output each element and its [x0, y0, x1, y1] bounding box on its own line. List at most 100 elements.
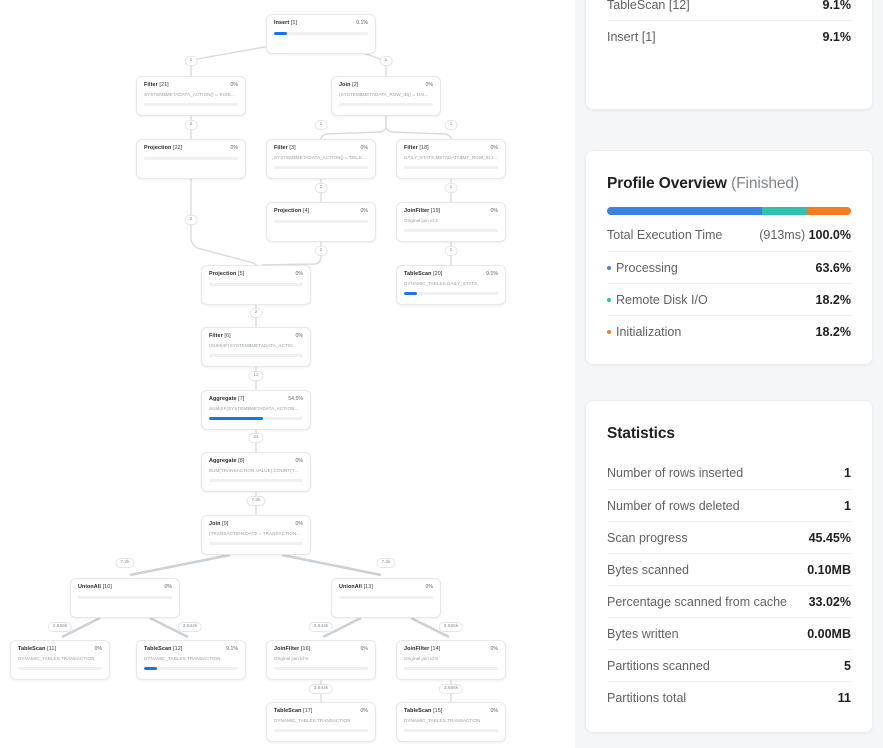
node-percentage: 9.1%	[356, 20, 368, 26]
node-title: TableScan [17]	[274, 708, 313, 714]
node-title: Join [2]	[339, 82, 359, 88]
statistic-label: Bytes written	[607, 626, 679, 641]
node-subtitle: (SUM(IIF(SYSTEM$METADATA_ACTIO...	[209, 343, 297, 349]
node-progress-bar	[209, 354, 303, 358]
statistic-row: Number of rows deleted 1	[607, 489, 851, 521]
node-progress-fill	[209, 417, 263, 421]
edge-row-count-label: 1	[444, 246, 458, 256]
plan-node-filter-6[interactable]: Filter [6] 0% (SUM(IIF(SYSTEM$METADATA_ACT…	[201, 327, 311, 367]
statistic-value: 5	[844, 658, 851, 673]
plan-node-unionall-10[interactable]: UnionAll [10] 0%	[70, 578, 180, 618]
plan-node-tablescan-15[interactable]: TableScan [15] 0% DYNAMIC_TABLES.TRANSACTI…	[396, 702, 506, 742]
total-execution-time-value: (913ms) 100.0%	[759, 228, 851, 242]
node-progress-bar	[274, 729, 368, 733]
node-header: TableScan [20] 9.1%	[404, 271, 498, 277]
node-title: TableScan [11]	[18, 646, 57, 652]
plan-node-join-9[interactable]: Join [9] 0% (TRANSACTION.DATE = TRANSACTIO…	[201, 515, 311, 555]
node-header: Aggregate [7] 54.5%	[209, 396, 303, 402]
graph-canvas[interactable]: Insert [1] 9.1% Filter [21] 0% SYSTEM$METADA…	[0, 0, 575, 748]
profile-legend-dot	[607, 265, 611, 270]
plan-node-tablescan-12[interactable]: TableScan [12] 9.1% DYNAMIC_TABLES.TRANSAC…	[136, 640, 246, 680]
node-percentage: 0%	[360, 646, 369, 652]
plan-node-joinfilter-19[interactable]: JoinFilter [19] 0% Original join id:2	[396, 202, 506, 242]
node-subtitle: DYNAMIC_TABLES.TRANSACTION	[274, 718, 351, 724]
node-header: Filter [6] 0%	[209, 333, 303, 339]
plan-node-filter-18[interactable]: Filter [18] 0% DAILY_STATS.METADATA$MT_ROW…	[396, 139, 506, 179]
query-profile-page: Insert [1] 9.1% Filter [21] 0% SYSTEM$METADA…	[0, 0, 883, 748]
node-title: JoinFilter [19]	[404, 208, 441, 214]
node-progress-bar	[274, 667, 368, 671]
node-progress-fill	[274, 32, 288, 36]
node-subtitle: Original join id:9	[404, 656, 438, 662]
node-percentage: 0%	[490, 708, 499, 714]
statistic-label: Scan progress	[607, 530, 688, 545]
plan-node-projection-4[interactable]: Projection [4] 0%	[266, 202, 376, 242]
profile-row-value: 18.2%	[815, 324, 851, 339]
node-percentage: 0%	[360, 708, 369, 714]
node-header: Aggregate [8] 0%	[209, 458, 303, 464]
operator-row[interactable]: Insert [1] 9.1%	[607, 20, 851, 52]
node-percentage: 0%	[490, 208, 499, 214]
plan-node-aggregate-7[interactable]: Aggregate [7] 54.5% SUM(IIF(SYSTEM$METADAT…	[201, 390, 311, 430]
node-title: Projection [4]	[274, 208, 310, 214]
statistic-label: Percentage scanned from cache	[607, 594, 787, 609]
edge-row-count-label: 1	[379, 56, 393, 66]
details-sidebar: TableScan [20]9.1%TableScan [12]9.1%Inse…	[575, 0, 883, 748]
total-execution-time-label: Total Execution Time	[607, 228, 723, 242]
statistic-label: Number of rows deleted	[607, 498, 740, 513]
plan-node-joinfilter-16[interactable]: JoinFilter [16] 0% Original join id:9	[266, 640, 376, 680]
plan-node-joinfilter-14[interactable]: JoinFilter [14] 0% Original join id:9	[396, 640, 506, 680]
statistic-value: 45.45%	[808, 530, 851, 545]
node-subtitle: DYNAMIC_TABLES.TRANSACTION	[144, 656, 221, 662]
plan-node-tablescan-11[interactable]: TableScan [11] 0% DYNAMIC_TABLES.TRANSACTI…	[10, 640, 110, 680]
plan-node-join-2[interactable]: Join [2] 0% (SYSTEM$METADATA_ROW_ID() = DA…	[331, 76, 441, 116]
plan-node-filter-3[interactable]: Filter [3] 0% SYSTEM$METADATA_ACTION() = '…	[266, 139, 376, 179]
node-title: Filter [21]	[144, 82, 169, 88]
node-header: Projection [4] 0%	[274, 208, 369, 214]
node-header: Projection [5] 0%	[209, 271, 303, 277]
node-subtitle: DAILY_STATS.METADATA$MT_ROW_ID I...	[404, 155, 498, 161]
node-progress-bar	[339, 103, 433, 107]
edge-row-count-label: 7.2k	[246, 496, 266, 506]
node-percentage: 0%	[425, 584, 434, 590]
statistic-label: Partitions total	[607, 690, 687, 705]
node-percentage: 0%	[360, 208, 369, 214]
profile-row-value: 63.6%	[815, 260, 851, 275]
node-subtitle: (SYSTEM$METADATA_ROW_ID() = DAI...	[339, 92, 429, 98]
profile-legend-dot	[607, 329, 611, 334]
node-progress-bar	[274, 166, 368, 170]
plan-node-tablescan-17[interactable]: TableScan [17] 0% DYNAMIC_TABLES.TRANSACTI…	[266, 702, 376, 742]
plan-node-insert-1[interactable]: Insert [1] 9.1%	[266, 14, 376, 54]
plan-node-projection-5[interactable]: Projection [5] 0%	[201, 265, 311, 305]
edge-row-count-label: 3.644k	[308, 684, 334, 694]
node-title: Projection [22]	[144, 145, 183, 151]
edge-row-count-label: 3.656k	[47, 622, 73, 632]
node-title: Join [9]	[209, 521, 229, 527]
plan-node-unionall-13[interactable]: UnionAll [13] 0%	[331, 578, 441, 618]
plan-node-aggregate-8[interactable]: Aggregate [8] 0% SUM(TRANSACTION.VALUE),CO…	[201, 452, 311, 492]
node-progress-bar	[404, 229, 498, 233]
statistic-row: Bytes written 0.00MB	[607, 617, 851, 649]
node-title: JoinFilter [16]	[274, 646, 311, 652]
statistic-row: Number of rows inserted 1	[607, 457, 851, 489]
plan-node-filter-21[interactable]: Filter [21] 0% SYSTEM$METADATA_ACTION() = …	[136, 76, 246, 116]
edge-row-count-label: 3.656k	[438, 684, 464, 694]
total-execution-time-pct: 100.0%	[808, 228, 851, 242]
edge-row-count-label: 1	[314, 120, 328, 130]
query-plan-graph[interactable]: Insert [1] 9.1% Filter [21] 0% SYSTEM$METADA…	[0, 0, 575, 748]
node-progress-bar	[404, 292, 498, 296]
plan-node-tablescan-20[interactable]: TableScan [20] 9.1% DYNAMIC_TABLES.DAILY_S…	[396, 265, 506, 305]
node-title: Aggregate [8]	[209, 458, 245, 464]
profile-row-left: Remote Disk I/O	[607, 293, 708, 307]
profile-row-label: Processing	[616, 260, 678, 275]
profile-bar-segment-0	[607, 207, 763, 215]
node-progress-bar	[18, 667, 102, 671]
node-percentage: 0%	[425, 82, 434, 88]
plan-node-projection-22[interactable]: Projection [22] 0%	[136, 139, 246, 179]
statistic-value: 1	[844, 466, 851, 480]
operator-row[interactable]: TableScan [12] 9.1%	[607, 0, 851, 20]
statistic-value: 0.00MB	[807, 626, 851, 641]
node-title: Aggregate [7]	[209, 396, 245, 402]
edge-row-count-label: 7.2k	[115, 558, 135, 568]
node-header: Filter [18] 0%	[404, 145, 498, 151]
